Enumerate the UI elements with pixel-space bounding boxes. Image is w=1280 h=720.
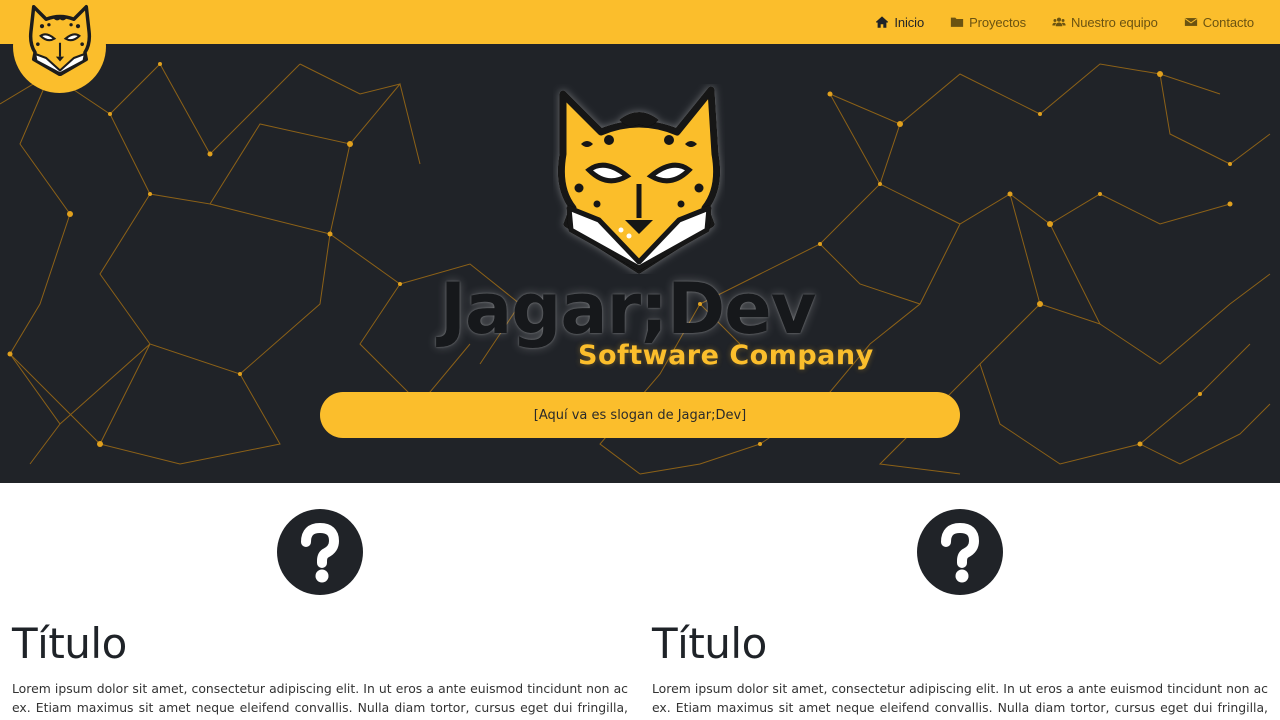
hero-section: Jagar;Dev Software Company [Aquí va es s… — [0, 44, 1280, 483]
nav-link-inicio[interactable]: Inicio — [875, 15, 924, 30]
nav-link-contacto[interactable]: Contacto — [1184, 15, 1254, 30]
brand-title: Jagar;Dev — [440, 268, 816, 350]
feature-title: Título — [12, 619, 127, 668]
nav-links: Inicio Proyectos Nuestro equipo Contacto — [849, 0, 1254, 44]
nav-link-label: Proyectos — [969, 14, 1026, 30]
nav-link-label: Inicio — [894, 14, 925, 30]
jaguar-logo-icon — [28, 4, 91, 76]
folder-icon — [950, 15, 964, 29]
nav-link-label: Contacto — [1202, 14, 1254, 30]
brand-logo-link[interactable] — [13, 0, 106, 93]
brand-subtitle: Software Company — [578, 340, 874, 371]
slogan-banner: [Aquí va es slogan de Jagar;Dev] — [320, 392, 960, 438]
feature-text: Lorem ipsum dolor sit amet, consectetur … — [652, 681, 1268, 720]
jaguar-hero-logo-icon — [557, 86, 721, 274]
question-circle-icon — [917, 509, 1003, 595]
navbar: Inicio Proyectos Nuestro equipo Contacto — [0, 0, 1280, 44]
users-icon — [1052, 15, 1066, 29]
home-icon — [875, 15, 889, 29]
nav-link-proyectos[interactable]: Proyectos — [950, 15, 1026, 30]
nav-link-label: Nuestro equipo — [1070, 14, 1158, 30]
feature-title: Título — [652, 619, 767, 668]
envelope-icon — [1184, 15, 1198, 29]
feature-text: Lorem ipsum dolor sit amet, consectetur … — [12, 681, 628, 720]
nav-link-nuestro-equipo[interactable]: Nuestro equipo — [1052, 15, 1158, 30]
question-circle-icon — [277, 509, 363, 595]
slogan-text: [Aquí va es slogan de Jagar;Dev] — [533, 407, 747, 423]
